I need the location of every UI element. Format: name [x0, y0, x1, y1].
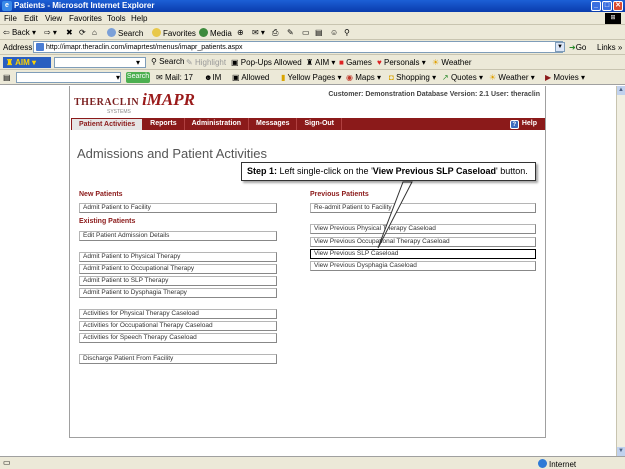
- home-icon[interactable]: ⌂: [92, 28, 97, 37]
- aim-toolbar: ♜ AIM ▾ ▾ ⚲ Search ✎ Highlight ▣ Pop-Ups…: [0, 55, 625, 70]
- menu-favorites[interactable]: Favorites: [69, 14, 102, 23]
- aim-search-button[interactable]: ⚲ Search: [151, 57, 184, 66]
- page-status-icon: ▭: [3, 458, 11, 467]
- links-button[interactable]: Links »: [597, 43, 622, 52]
- weather-button[interactable]: ☀ Weather: [432, 58, 472, 67]
- edit-icon[interactable]: ✎: [287, 28, 294, 37]
- popups-button[interactable]: ▣ Pop-Ups Allowed: [231, 58, 302, 67]
- aim-logo[interactable]: ♜ AIM ▾: [3, 57, 51, 68]
- discuss-icon[interactable]: ▭: [302, 28, 310, 37]
- history-icon[interactable]: ⊕: [237, 28, 244, 37]
- windows-logo-icon: ⊞: [605, 13, 621, 24]
- star-icon: [152, 28, 161, 37]
- research-icon[interactable]: ▤: [315, 28, 323, 37]
- toolbar-search-button[interactable]: Search: [126, 72, 150, 83]
- refresh-icon[interactable]: ⟳: [79, 28, 86, 37]
- mail-icon[interactable]: ✉ ▾: [252, 28, 265, 37]
- go-arrow-icon: ➜: [569, 43, 576, 52]
- shopping-icon: ◘: [389, 73, 397, 82]
- allowed-icon: ▣: [232, 73, 242, 82]
- envelope-icon: ✉: [156, 73, 165, 82]
- toolbar-search-input[interactable]: [16, 72, 121, 83]
- minimize-button[interactable]: _: [591, 1, 601, 11]
- globe-icon: [538, 459, 547, 468]
- ie-logo-icon: e: [2, 1, 12, 11]
- scroll-down-icon[interactable]: ▼: [617, 447, 625, 456]
- callout-pointer: [377, 181, 413, 249]
- maps-icon: ◉: [346, 73, 356, 82]
- quotes-button[interactable]: ↗ Quotes ▾: [442, 73, 483, 82]
- security-zone: Internet: [538, 459, 576, 469]
- menu-help[interactable]: Help: [131, 14, 147, 23]
- search-icon: [107, 28, 116, 37]
- aim-menu-button[interactable]: ♜ AIM ▾: [306, 58, 335, 67]
- messenger-icon[interactable]: ☺: [330, 28, 338, 37]
- print-icon[interactable]: ⎙: [272, 28, 278, 38]
- search-toolbar: ▤ ▾ Search ✉ Mail: 17 ☻IM ▣ Allowed ▮ Ye…: [0, 70, 625, 85]
- menu-file[interactable]: File: [4, 14, 17, 23]
- search-toolbar-icon[interactable]: ⚲: [344, 28, 350, 37]
- menu-view[interactable]: View: [45, 14, 62, 23]
- callout-step: Step 1:: [247, 166, 278, 176]
- window-title: Patients - Microsoft Internet Explorer: [14, 1, 155, 10]
- close-button[interactable]: ✕: [613, 1, 623, 11]
- search-weather-button[interactable]: ☀ Weather ▾: [489, 73, 535, 82]
- maps-button[interactable]: ◉ Maps ▾: [346, 73, 381, 82]
- menu-edit[interactable]: Edit: [24, 14, 38, 23]
- popup-icon: ▣: [231, 58, 241, 67]
- standard-toolbar: ⇦ Back ▾ ⇨ ▾ ✖ ⟳ ⌂ Search Favorites Medi…: [0, 25, 625, 40]
- yellow-pages-button[interactable]: ▮ Yellow Pages ▾: [281, 73, 341, 82]
- browser-viewport: THERACLIN iMAPR SYSTEMS Customer: Demonst…: [0, 86, 616, 456]
- menu-bar: File Edit View Favorites Tools Help ⊞: [0, 12, 625, 25]
- callout-button-name: View Previous SLP Caseload: [372, 166, 497, 176]
- toolbar-search-dropdown-icon[interactable]: ▾: [116, 73, 120, 82]
- status-bar: ▭ Internet: [0, 456, 625, 469]
- movies-button[interactable]: ▶ Movies ▾: [545, 73, 585, 82]
- address-bar: Address http://imapr.theraclin.com/imapr…: [0, 40, 625, 55]
- allowed-button[interactable]: ▣ Allowed: [232, 73, 269, 82]
- aim-search-input[interactable]: [54, 57, 146, 68]
- weather-icon: ☀: [489, 73, 499, 82]
- personals-button[interactable]: ♥ Personals ▾: [377, 58, 426, 67]
- mail-button[interactable]: ✉ Mail: 17: [156, 73, 193, 82]
- back-button[interactable]: ⇦ Back ▾: [3, 28, 36, 37]
- scroll-up-icon[interactable]: ▲: [617, 86, 625, 95]
- address-dropdown-icon[interactable]: ▼: [555, 42, 565, 52]
- go-button[interactable]: ➜Go: [569, 43, 586, 52]
- forward-button[interactable]: ⇨ ▾: [44, 28, 57, 37]
- tutorial-callout: Step 1: Left single-click on the 'View P…: [241, 162, 536, 181]
- shopping-button[interactable]: ◘ Shopping ▾: [389, 73, 436, 82]
- menu-tools[interactable]: Tools: [107, 14, 126, 23]
- highlight-button[interactable]: ✎ Highlight: [186, 58, 226, 67]
- im-button[interactable]: ☻IM: [204, 73, 221, 82]
- vertical-scrollbar[interactable]: ▲ ▼: [616, 86, 625, 456]
- window-title-bar: e Patients - Microsoft Internet Explorer…: [0, 0, 625, 12]
- maximize-button[interactable]: □: [602, 1, 612, 11]
- sun-icon: ☀: [432, 58, 442, 67]
- media-icon: [199, 28, 208, 37]
- games-button[interactable]: ■ Games: [339, 58, 372, 67]
- page-icon: [36, 43, 44, 51]
- aim-running-man-icon: ♜: [6, 58, 16, 67]
- address-label: Address: [3, 43, 33, 52]
- address-input[interactable]: http://imapr.theraclin.com/imaprtest/men…: [33, 41, 563, 53]
- media-button[interactable]: Media: [199, 28, 232, 38]
- games-icon: ■: [339, 58, 347, 67]
- stop-icon[interactable]: ✖: [66, 28, 73, 37]
- quotes-icon: ↗: [442, 73, 451, 82]
- favorites-button[interactable]: Favorites: [152, 28, 196, 38]
- aim-icon: ♜: [306, 58, 315, 67]
- search-button[interactable]: Search: [107, 28, 143, 38]
- aim-dropdown-icon[interactable]: ▾: [136, 58, 140, 67]
- heart-icon: ♥: [377, 58, 384, 67]
- back-arrow-icon: ⇦: [3, 28, 12, 37]
- toolbar-menu-icon[interactable]: ▤: [3, 73, 11, 82]
